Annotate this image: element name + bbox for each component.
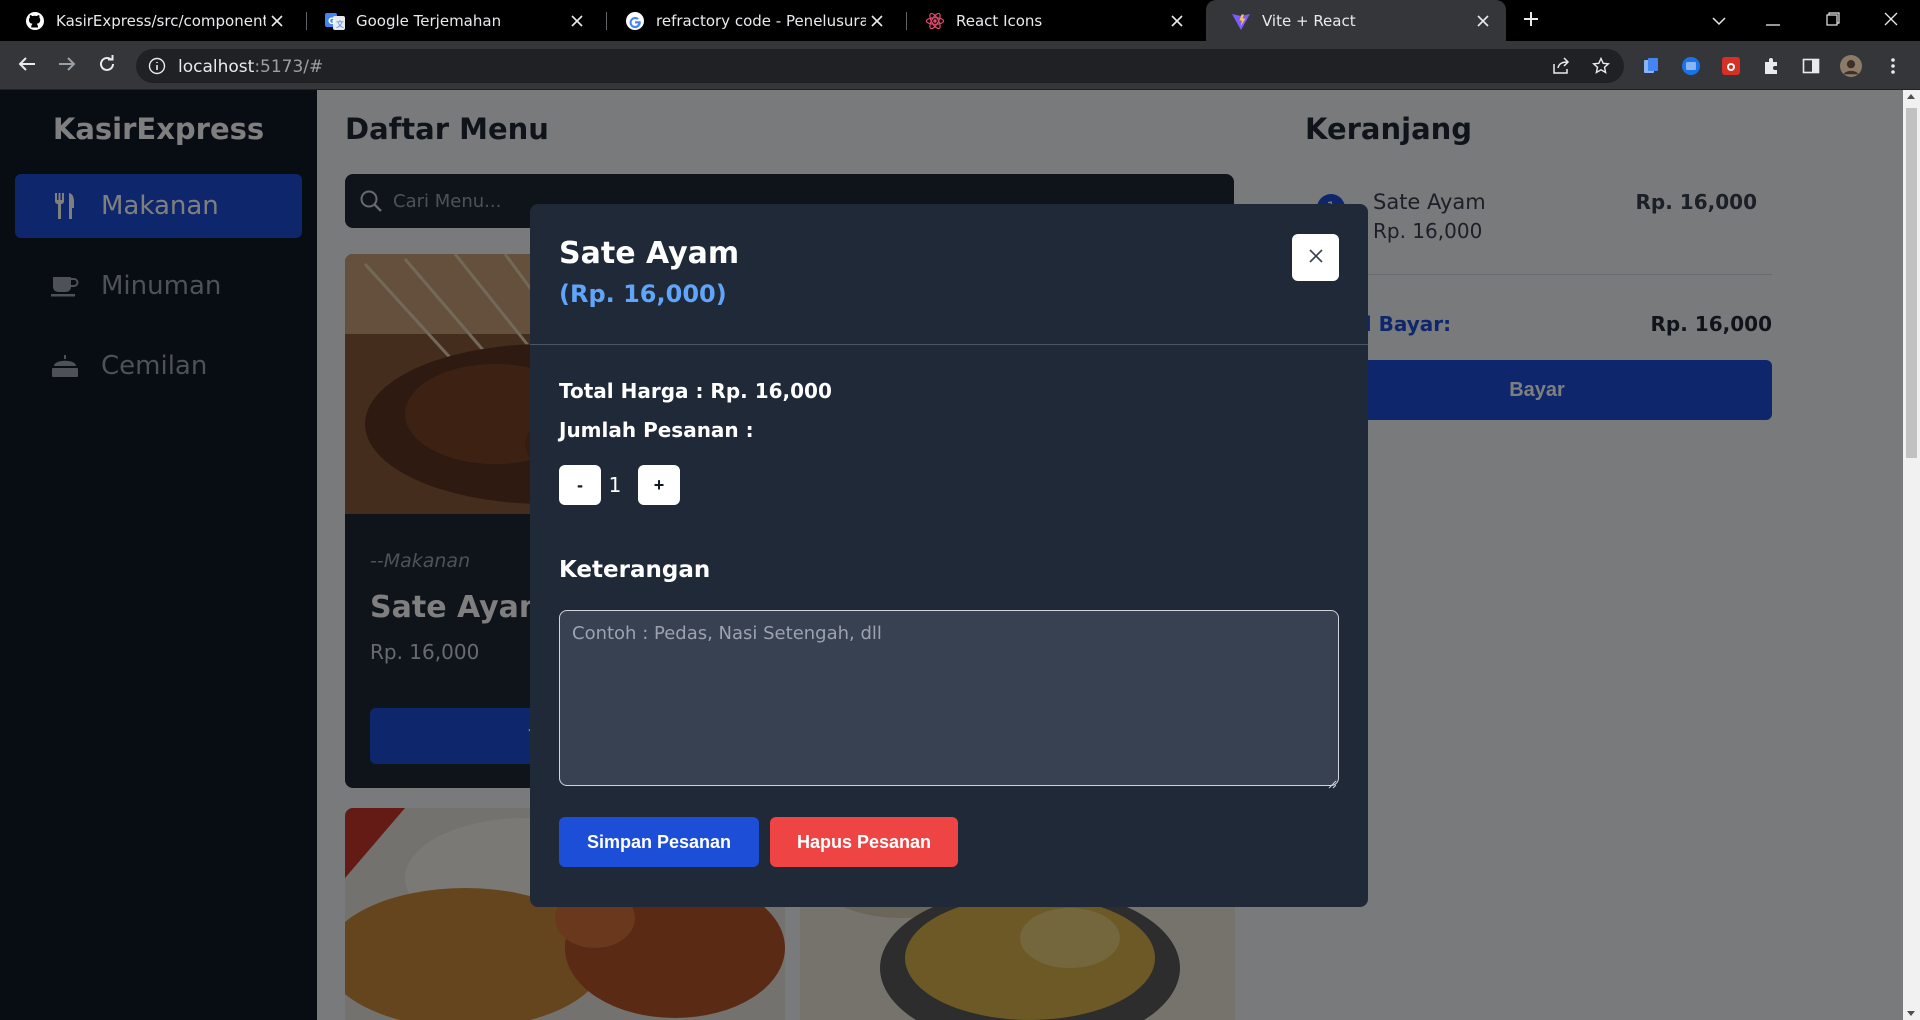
scrollbar-thumb[interactable] — [1906, 108, 1917, 458]
decrease-qty-button[interactable]: - — [559, 465, 601, 505]
tab-title: Vite + React — [1262, 11, 1356, 30]
restore-window-button[interactable] — [1806, 0, 1860, 41]
delete-order-button[interactable]: Hapus Pesanan — [770, 817, 958, 867]
tab-title: Google Terjemahan — [356, 11, 502, 30]
browser-tab-google-translate[interactable]: G文 Google Terjemahan — [300, 0, 600, 41]
url-host: localhost — [178, 57, 255, 77]
reload-icon — [98, 55, 116, 77]
browser-tab-google-search[interactable]: refractory code - Penelusuran Go — [600, 0, 900, 41]
modal-total-price: Total Harga : Rp. 16,000 — [559, 379, 832, 403]
plus-icon — [1523, 11, 1539, 31]
minimize-icon — [1766, 11, 1780, 30]
tab-search-button[interactable] — [1692, 0, 1746, 41]
arrow-right-icon — [58, 56, 76, 76]
scroll-up-arrow-icon[interactable] — [1907, 94, 1915, 99]
browser-tab-vite-react[interactable]: Vite + React — [1206, 0, 1506, 41]
increase-qty-button[interactable]: + — [638, 465, 680, 505]
restore-icon — [1826, 11, 1840, 30]
back-button[interactable] — [12, 51, 42, 81]
tab-title: React Icons — [956, 11, 1043, 30]
browser-tab-github[interactable]: KasirExpress/src/components/To — [0, 0, 300, 41]
address-bar[interactable]: localhost:5173/# — [136, 49, 1624, 83]
site-info-icon[interactable] — [148, 57, 166, 75]
extension-doc-icon[interactable] — [1640, 55, 1662, 77]
note-textarea[interactable] — [559, 610, 1339, 786]
save-order-button[interactable]: Simpan Pesanan — [559, 817, 759, 867]
resize-grip-icon[interactable] — [1327, 774, 1337, 789]
minimize-window-button[interactable] — [1746, 0, 1800, 41]
bookmark-star-icon[interactable] — [1591, 56, 1611, 75]
google-icon — [624, 10, 646, 32]
chevron-down-icon — [1712, 11, 1726, 30]
url-path: :5173/# — [254, 57, 324, 77]
url-text: localhost:5173/# — [178, 57, 323, 77]
modal-close-button[interactable] — [1292, 234, 1339, 281]
side-panel-icon[interactable] — [1800, 55, 1822, 77]
extension-red-icon[interactable] — [1720, 55, 1742, 77]
share-icon[interactable] — [1552, 57, 1570, 75]
modal-divider — [530, 344, 1368, 345]
tab-title: KasirExpress/src/components/To — [56, 11, 266, 30]
page-scrollbar[interactable] — [1903, 90, 1920, 1020]
svg-text:文: 文 — [336, 19, 344, 29]
browser-toolbar: localhost:5173/# — [0, 41, 1920, 90]
browser-tab-react-icons[interactable]: React Icons — [900, 0, 1200, 41]
browser-tab-strip: KasirExpress/src/components/To G文 Google… — [0, 0, 1920, 41]
arrow-left-icon — [18, 56, 36, 76]
modal-title: Sate Ayam — [559, 236, 740, 271]
close-icon — [1308, 248, 1324, 267]
scroll-down-arrow-icon[interactable] — [1907, 1011, 1915, 1016]
app-viewport: KasirExpress Makanan Minuman Cemilan Daf… — [0, 90, 1903, 1020]
vite-icon — [1230, 10, 1252, 32]
modal-note-label: Keterangan — [559, 557, 711, 583]
close-tab-icon[interactable] — [1166, 10, 1188, 32]
order-modal: Sate Ayam (Rp. 16,000) Total Harga : Rp.… — [530, 204, 1368, 907]
browser-menu-icon[interactable] — [1882, 55, 1904, 77]
new-tab-button[interactable] — [1516, 6, 1546, 36]
google-translate-icon: G文 — [324, 10, 346, 32]
reload-button[interactable] — [92, 51, 122, 81]
close-icon — [1884, 11, 1898, 30]
close-tab-icon[interactable] — [866, 10, 888, 32]
modal-qty-label: Jumlah Pesanan : — [559, 418, 754, 442]
modal-price: (Rp. 16,000) — [559, 280, 727, 308]
react-icon — [924, 10, 946, 32]
close-tab-icon[interactable] — [1472, 10, 1494, 32]
tab-title: refractory code - Penelusuran Go — [656, 11, 866, 30]
close-tab-icon[interactable] — [566, 10, 588, 32]
close-window-button[interactable] — [1864, 0, 1918, 41]
github-icon — [24, 10, 46, 32]
qty-value: 1 — [608, 473, 622, 497]
forward-button[interactable] — [52, 51, 82, 81]
extensions-puzzle-icon[interactable] — [1760, 55, 1782, 77]
profile-avatar[interactable] — [1840, 55, 1862, 77]
extension-translate-icon[interactable] — [1680, 55, 1702, 77]
close-tab-icon[interactable] — [266, 10, 288, 32]
svg-text:G: G — [328, 17, 335, 27]
